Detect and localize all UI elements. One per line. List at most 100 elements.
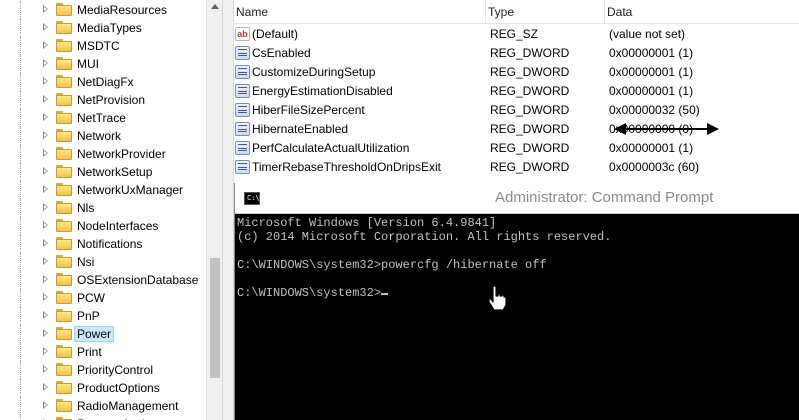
tree-item-label: NetworkSetup <box>77 165 153 179</box>
expand-arrow-icon[interactable] <box>43 365 48 373</box>
tree-item-netprovision[interactable]: NetProvision <box>0 91 206 109</box>
tree-guide-line <box>20 379 21 397</box>
expand-arrow-icon[interactable] <box>43 257 48 265</box>
expand-arrow-icon[interactable] <box>43 383 48 391</box>
console-output[interactable]: Microsoft Windows [Version 6.4.9841] (c) … <box>237 216 797 300</box>
tree-item-notifications[interactable]: Notifications <box>0 235 206 253</box>
tree-guide-line <box>20 325 21 343</box>
tree-item-network[interactable]: Network <box>0 127 206 145</box>
expand-arrow-icon[interactable] <box>43 203 48 211</box>
tree-item-productoptions[interactable]: ProductOptions <box>0 379 206 397</box>
folder-icon <box>56 345 72 358</box>
value-row-perfcalculateactualutilization[interactable]: PerfCalculateActualUtilization REG_DWORD 0… <box>234 139 799 158</box>
expand-arrow-icon[interactable] <box>43 41 48 49</box>
folder-icon <box>56 291 72 304</box>
tree-item-netdiagfx[interactable]: NetDiagFx <box>0 73 206 91</box>
string-value-icon: ab <box>235 27 250 41</box>
tree-guide-line <box>20 55 21 73</box>
tree-item-osextensiondatabase[interactable]: OSExtensionDatabase <box>0 271 206 289</box>
expand-arrow-icon[interactable] <box>43 23 48 31</box>
dword-value-icon <box>235 160 250 174</box>
value-name: CsEnabled <box>252 46 311 60</box>
value-row-csenabled[interactable]: CsEnabled REG_DWORD 0x00000001 (1) <box>234 44 799 63</box>
tree-scrollbar[interactable] <box>206 0 222 420</box>
tree-item-nodeinterfaces[interactable]: NodeInterfaces <box>0 217 206 235</box>
expand-arrow-icon[interactable] <box>43 347 48 355</box>
value-name: CustomizeDuringSetup <box>252 65 376 79</box>
tree-item-label: Power <box>73 326 115 342</box>
tree-item-label: OSExtensionDatabase <box>77 273 199 287</box>
command-prompt-window[interactable]: C:\. Administrator: Command Prompt Micro… <box>234 183 799 420</box>
tree-item-networksetup[interactable]: NetworkSetup <box>0 163 206 181</box>
registry-key-tree[interactable]: MediaResources MediaTypes MSDTC MUI NetDiagF… <box>0 0 222 420</box>
value-row-timerrebasethresholdondripsexit[interactable]: TimerRebaseThresholdOnDripsExit REG_DWORD… <box>234 158 799 177</box>
value-row-hiberfilesizepercent[interactable]: HiberFileSizePercent REG_DWORD 0x00000032 … <box>234 101 799 120</box>
value-type: REG_DWORD <box>490 141 570 155</box>
expand-arrow-icon[interactable] <box>43 59 48 67</box>
tree-item-radiomanagement[interactable]: RadioManagement <box>0 397 206 415</box>
tree-item-prioritycontrol[interactable]: PriorityControl <box>0 361 206 379</box>
column-header-type[interactable]: Type <box>486 0 605 24</box>
tree-item-mediatypes[interactable]: MediaTypes <box>0 19 206 37</box>
expand-arrow-icon[interactable] <box>43 149 48 157</box>
dword-value-icon <box>235 103 250 117</box>
tree-item-nsi[interactable]: Nsi <box>0 253 206 271</box>
tree-item-nettrace[interactable]: NetTrace <box>0 109 206 127</box>
dword-value-icon <box>235 46 250 60</box>
tree-item-label: NetTrace <box>77 111 126 125</box>
expand-arrow-icon[interactable] <box>43 185 48 193</box>
expand-arrow-icon[interactable] <box>43 221 48 229</box>
scroll-up-arrow-icon[interactable] <box>211 4 219 9</box>
expand-arrow-icon[interactable] <box>43 95 48 103</box>
tree-item-mui[interactable]: MUI <box>0 55 206 73</box>
value-name: (Default) <box>252 27 299 41</box>
value-data: 0x00000001 (1) <box>609 141 694 155</box>
expand-arrow-icon[interactable] <box>43 167 48 175</box>
expand-arrow-icon[interactable] <box>43 275 48 283</box>
folder-icon <box>56 93 72 106</box>
expand-arrow-icon[interactable] <box>43 113 48 121</box>
tree-item-mediaresources[interactable]: MediaResources <box>0 1 206 19</box>
expand-arrow-icon[interactable] <box>43 131 48 139</box>
tree-guide-line <box>20 73 21 91</box>
value-name: HiberFileSizePercent <box>252 103 365 117</box>
command-prompt-title-bar[interactable]: C:\. Administrator: Command Prompt <box>235 183 799 214</box>
tree-item-pcw[interactable]: PCW <box>0 289 206 307</box>
folder-icon <box>56 201 72 214</box>
tree-guide-line <box>20 361 21 379</box>
expand-arrow-icon[interactable] <box>43 401 48 409</box>
tree-guide-line <box>20 343 21 361</box>
console-line: C:\WINDOWS\system32>powercfg /hibernate … <box>237 258 547 272</box>
expand-arrow-icon[interactable] <box>43 293 48 301</box>
folder-icon <box>56 111 72 124</box>
pane-splitter[interactable] <box>222 0 234 420</box>
tree-item-msdtc[interactable]: MSDTC <box>0 37 206 55</box>
tree-item-pnp[interactable]: PnP <box>0 307 206 325</box>
tree-item-label: MediaTypes <box>77 21 142 35</box>
expand-arrow-icon[interactable] <box>43 311 48 319</box>
expand-arrow-icon[interactable] <box>43 329 48 337</box>
tree-scrollbar-thumb[interactable] <box>210 258 220 378</box>
expand-arrow-icon[interactable] <box>43 239 48 247</box>
tree-item-remote-assistance[interactable]: Remote Assistance <box>0 415 206 420</box>
column-header-data[interactable]: Data <box>605 0 799 24</box>
expand-arrow-icon[interactable] <box>43 5 48 13</box>
value-row-energyestimationdisabled[interactable]: EnergyEstimationDisabled REG_DWORD 0x00000… <box>234 82 799 101</box>
tree-item-power[interactable]: Power <box>0 325 206 343</box>
dword-value-icon <box>235 141 250 155</box>
tree-item-nls[interactable]: Nls <box>0 199 206 217</box>
folder-icon <box>56 21 72 34</box>
expand-arrow-icon[interactable] <box>43 77 48 85</box>
value-row-customizeduringsetup[interactable]: CustomizeDuringSetup REG_DWORD 0x00000001 … <box>234 63 799 82</box>
tree-guide-line <box>20 181 21 199</box>
console-line: (c) 2014 Microsoft Corporation. All righ… <box>237 230 612 244</box>
tree-item-label: Print <box>77 345 102 359</box>
column-header-name[interactable]: Name <box>234 0 486 24</box>
tree-item-networkuxmanager[interactable]: NetworkUxManager <box>0 181 206 199</box>
tree-guide-line <box>20 19 21 37</box>
registry-values-list[interactable]: Name Type Data ab (Default) REG_SZ (value n… <box>234 0 799 183</box>
tree-item-networkprovider[interactable]: NetworkProvider <box>0 145 206 163</box>
value-row-default[interactable]: ab (Default) REG_SZ (value not set) <box>234 25 799 44</box>
tree-item-label: Nsi <box>77 255 95 269</box>
tree-item-print[interactable]: Print <box>0 343 206 361</box>
